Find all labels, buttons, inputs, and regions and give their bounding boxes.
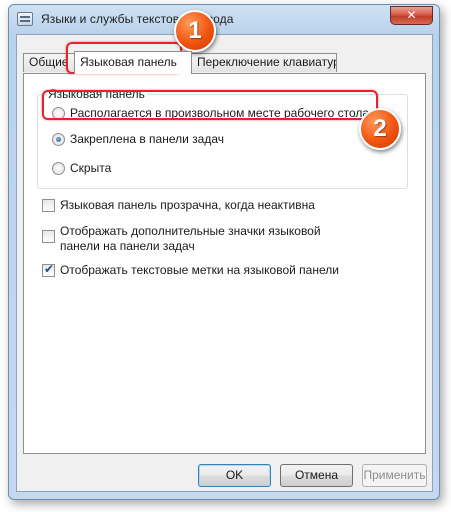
radio-docked-taskbar-label: Закреплена в панели задач — [70, 132, 224, 146]
tab-keyboard-switching[interactable]: Переключение клавиатуры — [191, 53, 337, 72]
checkbox-transparent-inactive[interactable]: Языковая панель прозрачна, когда неактив… — [42, 198, 360, 213]
tab-strip: Общие Языковая панель Переключение клави… — [23, 51, 423, 74]
step-badge-1: 1 — [174, 10, 216, 52]
cancel-button[interactable]: Отмена — [280, 464, 353, 487]
checkbox-text-labels[interactable]: Отображать текстовые метки на языковой п… — [42, 262, 360, 278]
radio-docked-taskbar[interactable]: Закреплена в панели задач — [52, 131, 224, 147]
step-badge-2: 2 — [359, 108, 401, 150]
checkbox-transparent-inactive-box[interactable] — [42, 199, 55, 212]
radio-hidden[interactable]: Скрыта — [52, 160, 111, 176]
highlight-option-box — [42, 90, 378, 120]
radio-docked-taskbar-button[interactable] — [52, 132, 65, 146]
checkbox-extra-icons-box[interactable] — [42, 230, 55, 243]
keyboard-icon — [17, 12, 33, 26]
close-button[interactable]: ✕ — [390, 6, 433, 25]
checkbox-extra-icons-label: Отображать дополнительные значки языково… — [60, 224, 321, 253]
radio-hidden-button[interactable] — [52, 161, 65, 175]
radio-hidden-label: Скрыта — [70, 161, 112, 175]
title-bar[interactable]: Языки и службы текстового ввода ✕ — [9, 5, 439, 33]
checkbox-transparent-inactive-label: Языковая панель прозрачна, когда неактив… — [60, 198, 315, 212]
dialog-window: Языки и службы текстового ввода ✕ Общие … — [8, 4, 440, 500]
tab-language-bar[interactable]: Языковая панель — [74, 51, 192, 74]
checkbox-text-labels-box[interactable] — [42, 262, 55, 277]
apply-button[interactable]: Применить — [362, 464, 427, 487]
checkbox-extra-icons[interactable]: Отображать дополнительные значки языково… — [42, 224, 360, 254]
ok-button[interactable]: OK — [198, 464, 271, 487]
checkbox-text-labels-label: Отображать текстовые метки на языковой п… — [60, 263, 339, 277]
